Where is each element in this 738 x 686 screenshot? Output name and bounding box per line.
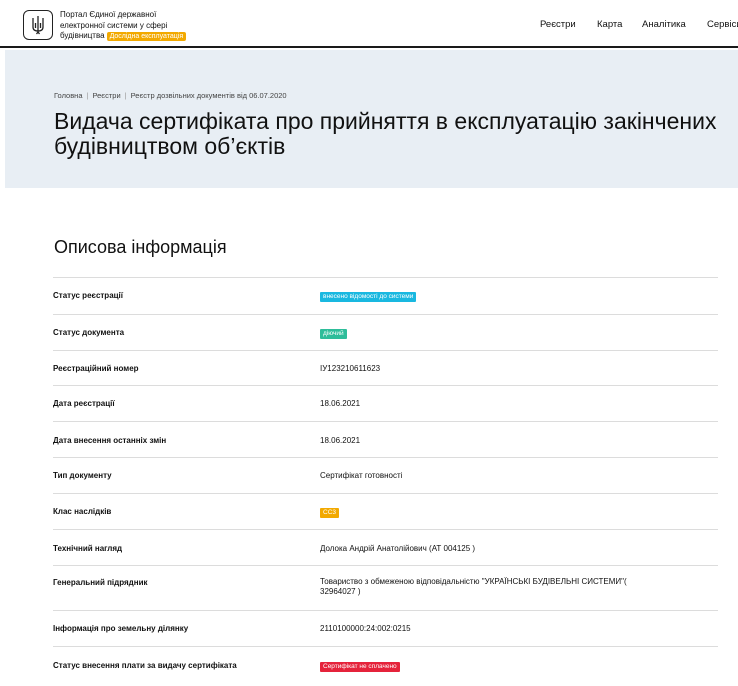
- row-label: Реєстраційний номер: [53, 364, 139, 373]
- table-row: Клас наслідків СС3: [53, 493, 718, 529]
- table-row: Статус реєстрації внесено відомості до с…: [53, 277, 718, 314]
- page-title-line-1: Видача сертифіката про прийняття в експл…: [54, 108, 717, 134]
- page-title-line-2: будівництвом об’єктів: [54, 133, 286, 159]
- breadcrumb-registries[interactable]: Реєстри: [92, 91, 120, 100]
- nav-map[interactable]: Карта: [597, 19, 622, 30]
- registration-status-badge: внесено відомості до системи: [320, 292, 417, 302]
- row-value: Товариство з обмеженою відповідальністю …: [320, 577, 627, 597]
- row-value-line-1: Товариство з обмеженою відповідальністю …: [320, 577, 627, 586]
- portal-brand[interactable]: Портал Єдиної державної електронної сист…: [60, 10, 210, 42]
- trial-badge: Дослідна експлуатація: [106, 32, 187, 41]
- table-row: Дата внесення останніх змін 18.06.2021: [53, 421, 718, 457]
- row-label: Технічний нагляд: [53, 544, 123, 553]
- consequence-class-badge: СС3: [320, 508, 340, 518]
- document-status-badge: діючий: [320, 329, 347, 339]
- nav-analytics[interactable]: Аналітика: [642, 19, 686, 30]
- nav-registries[interactable]: Реєстри: [540, 19, 576, 30]
- row-value-line-2: 32964027 ): [320, 587, 361, 596]
- row-value: внесено відомості до системи: [320, 291, 417, 302]
- row-label: Дата внесення останніх змін: [53, 436, 167, 445]
- row-value: Сертифікат готовності: [320, 471, 403, 480]
- row-value: діючий: [320, 328, 347, 339]
- table-row: Інформація про земельну ділянку 21101000…: [53, 610, 718, 646]
- hero-banner: Головна | Реєстри | Реєстр дозвільних докуме…: [5, 50, 738, 188]
- table-row: Статус внесення плати за видачу сертифік…: [53, 646, 718, 686]
- row-value: ІУ123210611623: [320, 364, 381, 373]
- row-value: 18.06.2021: [320, 399, 361, 408]
- row-value: 2110100000:24:002:0215: [320, 624, 411, 633]
- info-table: Статус реєстрації внесено відомості до с…: [53, 277, 718, 686]
- brand-line-3: будівництва Дослідна експлуатація: [60, 31, 210, 42]
- table-row: Статус документа діючий: [53, 314, 718, 350]
- breadcrumb: Головна | Реєстри | Реєстр дозвільних докуме…: [54, 91, 287, 100]
- nav-services[interactable]: Сервіси: [707, 19, 738, 30]
- page-title: Видача сертифіката про прийняття в експл…: [54, 109, 716, 159]
- row-label: Статус реєстрації: [53, 291, 124, 300]
- breadcrumb-current: Реєстр дозвільних документів від 06.07.2…: [130, 91, 287, 100]
- row-value: Сертифікат не сплачено: [320, 661, 400, 672]
- brand-line-2: електронної системи у сфері: [60, 20, 168, 30]
- row-value: 18.06.2021: [320, 436, 361, 445]
- row-label: Дата реєстрації: [53, 399, 115, 408]
- trident-logo-icon[interactable]: [23, 10, 53, 40]
- top-header: Портал Єдиної державної електронної сист…: [0, 0, 738, 48]
- row-label: Генеральний підрядник: [53, 578, 148, 587]
- section-title: Описова інформація: [54, 237, 227, 257]
- row-label: Тип документу: [53, 471, 112, 480]
- row-value: Долока Андрій Анатолійович (АТ 004125 ): [320, 544, 476, 553]
- breadcrumb-home[interactable]: Головна: [54, 91, 83, 100]
- table-row: Технічний нагляд Долока Андрій Анатолійо…: [53, 529, 718, 565]
- row-label: Інформація про земельну ділянку: [53, 624, 189, 633]
- breadcrumb-separator: |: [124, 91, 127, 100]
- table-row: Реєстраційний номер ІУ123210611623: [53, 350, 718, 385]
- table-row: Генеральний підрядник Товариство з обмеж…: [53, 565, 718, 610]
- row-value: СС3: [320, 507, 340, 518]
- row-label: Статус внесення плати за видачу сертифік…: [53, 661, 237, 670]
- brand-line-3-text: будівництва: [60, 31, 105, 40]
- table-row: Тип документу Сертифікат готовності: [53, 457, 718, 493]
- brand-line-1: Портал Єдиної державної: [60, 10, 157, 19]
- breadcrumb-separator: |: [86, 91, 89, 100]
- row-label: Клас наслідків: [53, 507, 112, 516]
- payment-status-badge: Сертифікат не сплачено: [320, 662, 400, 672]
- table-row: Дата реєстрації 18.06.2021: [53, 385, 718, 421]
- row-label: Статус документа: [53, 328, 125, 337]
